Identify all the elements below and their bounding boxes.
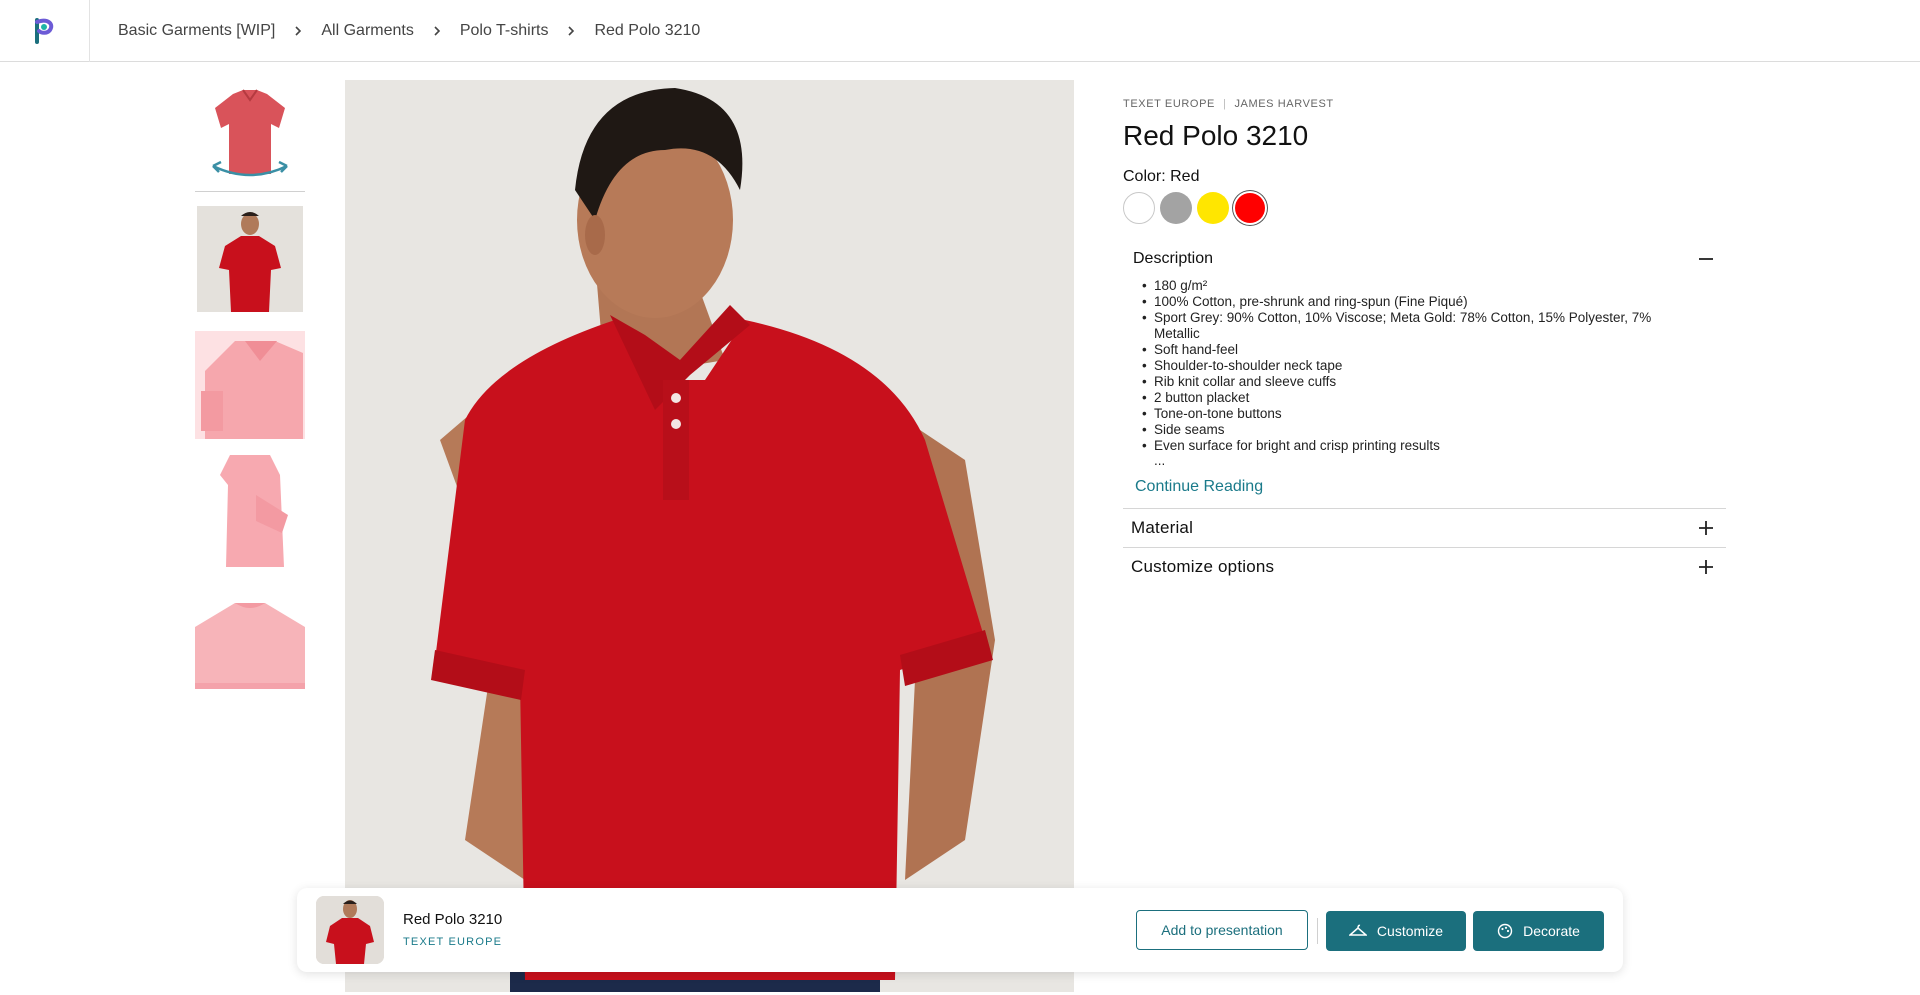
color-label: Color: Red <box>1123 168 1200 185</box>
breadcrumb: Basic Garments [WIP] All Garments Polo T… <box>118 0 700 62</box>
action-bar-brand[interactable]: TEXET EUROPE <box>403 936 502 948</box>
description-item: Tone-on-tone buttons <box>1142 406 1666 422</box>
add-to-presentation-button[interactable]: Add to presentation <box>1136 910 1308 950</box>
description-ellipsis: ... <box>1154 453 1166 468</box>
description-item: Shoulder-to-shoulder neck tape <box>1142 358 1666 374</box>
description-item: Side seams <box>1142 422 1666 438</box>
product-details-panel: TEXET EUROPE | JAMES HARVEST Red Polo 32… <box>1123 98 1726 586</box>
brand-logo-icon[interactable] <box>32 16 58 46</box>
description-item: Soft hand-feel <box>1142 342 1666 358</box>
palette-icon <box>1497 923 1513 939</box>
color-swatch-yellow[interactable] <box>1197 192 1229 224</box>
model-front-thumbnail <box>197 206 303 312</box>
sleeve-side-thumbnail <box>220 455 288 567</box>
model-wearing-polo-image <box>345 80 1074 992</box>
description-list: 180 g/m² 100% Cotton, pre-shrunk and rin… <box>1123 278 1726 454</box>
product-title: Red Polo 3210 <box>1123 120 1309 151</box>
description-item: Rib knit collar and sleeve cuffs <box>1142 374 1666 390</box>
breadcrumb-polo-tshirts[interactable]: Polo T-shirts <box>460 22 549 40</box>
thumbnail-gallery <box>195 80 305 693</box>
material-heading: Material <box>1131 518 1194 537</box>
customize-button-label: Customize <box>1376 923 1444 939</box>
thumbnail-collar-detail[interactable] <box>195 331 305 439</box>
material-accordion-header[interactable]: Material <box>1123 508 1726 547</box>
brand-line: TEXET EUROPE | JAMES HARVEST <box>1123 98 1726 110</box>
decorate-button[interactable]: Decorate <box>1473 911 1604 951</box>
description-item: Sport Grey: 90% Cotton, 10% Viscose; Met… <box>1142 310 1666 342</box>
thumbnail-360-view[interactable] <box>195 80 305 192</box>
brand-name[interactable]: TEXET EUROPE <box>1123 98 1215 110</box>
chevron-right-icon <box>293 25 303 37</box>
top-header: Basic Garments [WIP] All Garments Polo T… <box>0 0 1920 62</box>
continue-reading-link[interactable]: Continue Reading <box>1135 478 1263 496</box>
action-bar-product-name: Red Polo 3210 <box>403 911 503 928</box>
back-view-thumbnail <box>195 603 305 689</box>
customize-options-accordion-header[interactable]: Customize options <box>1123 547 1726 586</box>
description-item: 180 g/m² <box>1142 278 1666 294</box>
plus-icon[interactable] <box>1698 559 1714 575</box>
brand-divider: | <box>1222 98 1227 110</box>
sticky-action-bar: Red Polo 3210 TEXET EUROPE Add to presen… <box>297 888 1623 972</box>
color-swatch-red-selected[interactable] <box>1235 193 1265 223</box>
description-accordion-header[interactable]: Description <box>1123 250 1726 268</box>
sub-brand-name[interactable]: JAMES HARVEST <box>1234 98 1333 110</box>
hanger-icon <box>1348 924 1367 936</box>
description-item: 100% Cotton, pre-shrunk and ring-spun (F… <box>1142 294 1666 310</box>
thumbnail-front-model[interactable] <box>195 205 305 313</box>
breadcrumb-basic-garments[interactable]: Basic Garments [WIP] <box>118 22 275 40</box>
action-bar-product-thumbnail <box>316 896 384 964</box>
chevron-right-icon <box>566 25 576 37</box>
thumbnail-back-view[interactable] <box>195 597 305 693</box>
description-heading: Description <box>1133 250 1214 267</box>
thumbnail-sleeve-side[interactable] <box>195 455 305 567</box>
collar-detail-thumbnail <box>195 331 305 439</box>
main-product-image <box>345 80 1074 992</box>
description-item: Even surface for bright and crisp printi… <box>1142 438 1666 454</box>
description-item: 2 button placket <box>1142 390 1666 406</box>
logo-container[interactable] <box>0 0 90 62</box>
customize-options-heading: Customize options <box>1131 557 1275 576</box>
color-swatch-white[interactable] <box>1123 192 1155 224</box>
action-bar-divider <box>1317 918 1318 944</box>
color-swatches <box>1123 192 1726 224</box>
minus-icon[interactable] <box>1698 251 1714 267</box>
breadcrumb-current-product: Red Polo 3210 <box>594 22 701 39</box>
color-swatch-grey[interactable] <box>1160 192 1192 224</box>
breadcrumb-all-garments[interactable]: All Garments <box>321 22 413 40</box>
polo-360-icon <box>212 88 288 176</box>
customize-button[interactable]: Customize <box>1326 911 1466 951</box>
model-thumbnail-image <box>316 896 384 964</box>
chevron-right-icon <box>432 25 442 37</box>
plus-icon[interactable] <box>1698 520 1714 536</box>
decorate-button-label: Decorate <box>1523 923 1580 939</box>
